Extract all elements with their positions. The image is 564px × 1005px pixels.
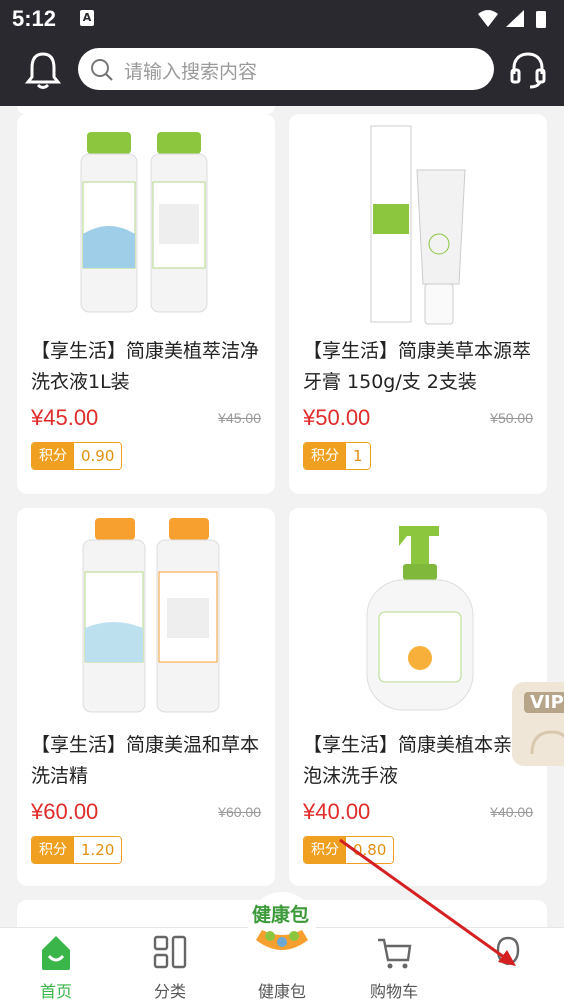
top-header: 请输入搜索内容 bbox=[0, 38, 564, 106]
product-card-partial bbox=[17, 106, 275, 114]
tab-home-label: 首页 bbox=[39, 982, 72, 1001]
notification-icon: A bbox=[80, 10, 94, 26]
product-original-price: ¥60.00 bbox=[218, 804, 261, 820]
product-price: ¥45.00 bbox=[31, 405, 99, 430]
vip-floating-badge[interactable]: VIP bbox=[512, 682, 564, 766]
product-price: ¥50.00 bbox=[303, 405, 371, 430]
search-bar[interactable]: 请输入搜索内容 bbox=[78, 48, 494, 90]
category-icon bbox=[153, 935, 187, 969]
product-image-dish-soap bbox=[82, 518, 220, 713]
customer-service-icon[interactable] bbox=[508, 50, 548, 94]
health-bag-logo[interactable]: 健康包 bbox=[246, 890, 318, 962]
points-badge: 积分 1.20 bbox=[31, 836, 123, 864]
bell-icon[interactable] bbox=[24, 50, 62, 94]
tab-category-label: 分类 bbox=[153, 982, 186, 1001]
product-title: 【享生活】简康美植萃洁净洗衣液1L装 bbox=[31, 340, 260, 393]
vip-label: VIP bbox=[524, 692, 564, 713]
home-icon bbox=[42, 936, 70, 970]
product-card[interactable]: 【享生活】简康美植本亲肤泡沫洗手液 ¥40.00 ¥40.00 积分 0.80 bbox=[289, 508, 547, 886]
tab-cart[interactable]: 购物车 bbox=[354, 928, 434, 1005]
status-time: 5:12 bbox=[12, 6, 57, 31]
product-title: 【享生活】简康美草本源萃牙膏 150g/支 2支装 bbox=[303, 340, 532, 393]
product-original-price: ¥50.00 bbox=[490, 410, 533, 426]
vip-coin-icon bbox=[530, 730, 564, 755]
points-badge: 积分 0.90 bbox=[31, 442, 123, 470]
points-label: 积分 bbox=[32, 443, 74, 469]
signal-icon bbox=[506, 10, 524, 27]
tab-profile[interactable] bbox=[468, 928, 548, 1005]
product-card[interactable]: 【享生活】简康美植萃洁净洗衣液1L装 ¥45.00 ¥45.00 积分 0.90 bbox=[17, 114, 275, 494]
tab-category[interactable]: 分类 bbox=[130, 928, 210, 1005]
points-label: 积分 bbox=[304, 443, 346, 469]
points-badge: 积分 0.80 bbox=[303, 836, 395, 864]
tab-health-bag-label: 健康包 bbox=[257, 982, 306, 1001]
product-price: ¥40.00 bbox=[303, 799, 371, 824]
tab-home[interactable]: 首页 bbox=[16, 928, 96, 1005]
search-placeholder: 请输入搜索内容 bbox=[124, 61, 258, 83]
points-value: 0.80 bbox=[346, 837, 394, 863]
product-original-price: ¥45.00 bbox=[218, 410, 261, 426]
cart-icon bbox=[378, 938, 412, 969]
profile-icon bbox=[496, 936, 520, 966]
points-value: 1 bbox=[346, 443, 370, 469]
points-badge: 积分 1 bbox=[303, 442, 371, 470]
status-bar: 5:12 A bbox=[0, 0, 564, 38]
product-image-toothpaste bbox=[370, 125, 466, 325]
product-image-hand-wash bbox=[366, 526, 474, 711]
points-value: 0.90 bbox=[74, 443, 122, 469]
product-card[interactable]: 【享生活】简康美草本源萃牙膏 150g/支 2支装 ¥50.00 ¥50.00 … bbox=[289, 114, 547, 494]
wifi-icon bbox=[478, 10, 498, 27]
product-original-price: ¥40.00 bbox=[490, 804, 533, 820]
battery-icon bbox=[536, 11, 546, 28]
health-bag-logo-text: 健康包 bbox=[252, 904, 310, 926]
points-value: 1.20 bbox=[74, 837, 122, 863]
product-image-laundry-detergent bbox=[80, 132, 208, 313]
system-icons bbox=[476, 8, 552, 34]
points-label: 积分 bbox=[304, 837, 346, 863]
product-card[interactable]: 【享生活】简康美温和草本洗洁精 ¥60.00 ¥60.00 积分 1.20 bbox=[17, 508, 275, 886]
points-label: 积分 bbox=[32, 837, 74, 863]
tab-cart-label: 购物车 bbox=[369, 982, 418, 1001]
search-icon bbox=[91, 59, 113, 81]
product-price: ¥60.00 bbox=[31, 799, 99, 824]
product-title: 【享生活】简康美温和草本洗洁精 bbox=[31, 734, 260, 787]
product-title: 【享生活】简康美植本亲肤泡沫洗手液 bbox=[303, 734, 532, 787]
